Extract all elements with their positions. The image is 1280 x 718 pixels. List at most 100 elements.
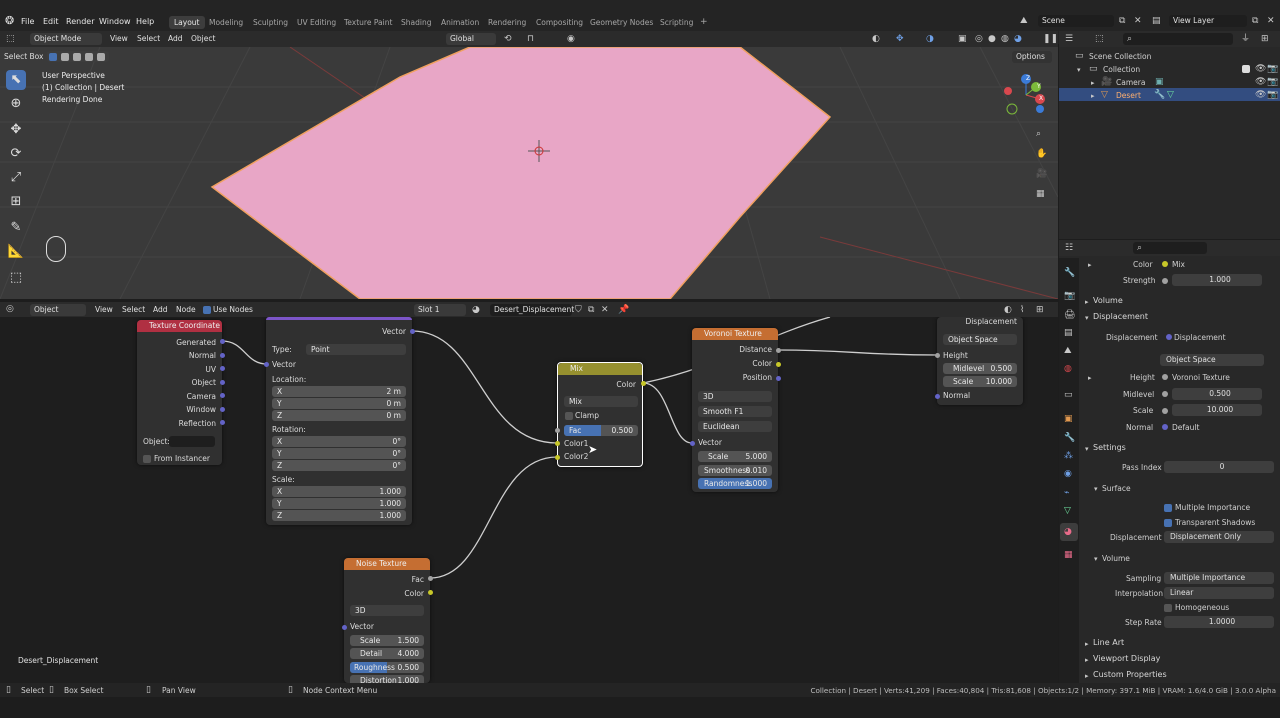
socket-tc-object[interactable]	[220, 380, 225, 385]
tc-object-field[interactable]	[169, 436, 215, 447]
mix-header[interactable]: Mix	[558, 363, 642, 375]
noise-header[interactable]: Noise Texture	[344, 558, 430, 570]
new-scene-icon[interactable]: ⧉	[1119, 16, 1125, 26]
midlevel-field[interactable]: 0.500	[1172, 388, 1262, 400]
tab-shading[interactable]: Shading	[396, 16, 436, 29]
mapping-header[interactable]	[266, 317, 412, 320]
select-mode-subtract-icon[interactable]	[73, 53, 81, 61]
output-tab-icon[interactable]: 🖨	[1064, 310, 1075, 320]
tool-tab-icon[interactable]: 🔧	[1064, 268, 1075, 278]
noise-detail-field[interactable]: Detail 4.000	[350, 648, 424, 659]
socket-voronoi-position[interactable]	[776, 376, 781, 381]
desert-expand-icon[interactable]: ▸	[1091, 91, 1095, 101]
voronoi-randomness-field[interactable]: Randomness 1.000	[698, 478, 772, 489]
step-rate-field[interactable]: 1.0000	[1164, 616, 1274, 628]
mapping-node[interactable]: Vector Type: Point Vector Location: X 2 m…	[266, 317, 412, 525]
scale-z-field[interactable]: Z 1.000	[272, 510, 406, 521]
socket-mix-fac[interactable]	[555, 428, 560, 433]
multiple-importance-checkbox[interactable]	[1164, 504, 1172, 512]
location-y-field[interactable]: Y 0 m	[272, 398, 406, 409]
collection-tab-icon[interactable]: ▭	[1064, 390, 1073, 400]
tab-sculpting[interactable]: Sculpting	[248, 16, 293, 29]
voronoi-feature-dropdown[interactable]: Smooth F1	[698, 406, 772, 417]
overlay-toggle-icon[interactable]: ◑	[926, 34, 934, 44]
collection-include-checkbox[interactable]	[1242, 65, 1250, 73]
location-x-field[interactable]: X 2 m	[272, 386, 406, 397]
tab-rendering[interactable]: Rendering	[483, 16, 531, 29]
menu-help[interactable]: Help	[136, 17, 154, 26]
socket-mapping-in[interactable]	[264, 362, 269, 367]
overlays-icon[interactable]: ⊞	[1036, 305, 1044, 315]
vp-menu-select[interactable]: Select	[137, 33, 160, 45]
viewport-display-expand-icon[interactable]: ▸	[1085, 655, 1089, 665]
move-tool-icon[interactable]: ✥	[6, 120, 26, 140]
mix-node[interactable]: Mix Color Mix Clamp Fac 0.500 Color1 Col…	[557, 362, 643, 467]
pan-hand-icon[interactable]: ✋	[1036, 149, 1047, 159]
noise-roughness-field[interactable]: Roughness 0.500	[350, 662, 424, 673]
display-mode-icon[interactable]: ⬚	[1095, 34, 1104, 44]
color-value[interactable]: Mix	[1172, 260, 1185, 269]
cursor-tool-icon[interactable]: ⊕	[6, 94, 26, 114]
tab-scripting[interactable]: Scripting	[655, 16, 698, 29]
mix-fac-field[interactable]: Fac 0.500	[564, 425, 638, 436]
gizmo-toggle-icon[interactable]: ✥	[896, 34, 904, 44]
displacement-section[interactable]: Displacement	[1093, 312, 1148, 321]
displacement-value[interactable]: Displacement	[1174, 333, 1226, 342]
menu-file[interactable]: File	[21, 17, 34, 26]
add-workspace-icon[interactable]: +	[700, 17, 708, 27]
measure-tool-icon[interactable]: 📐	[6, 242, 26, 262]
displacement-space-dropdown[interactable]: Object Space	[943, 334, 1017, 345]
solid-shading-icon[interactable]: ●	[988, 34, 996, 44]
normal-value[interactable]: Default	[1172, 423, 1199, 432]
socket-mapping-out[interactable]	[410, 329, 415, 334]
voronoi-texture-node[interactable]: Voronoi Texture Distance Color Position …	[692, 328, 778, 492]
camera-expand-icon[interactable]: ▸	[1091, 78, 1095, 88]
displacement-scale-field[interactable]: Scale 10.000	[943, 376, 1017, 387]
blender-logo-icon[interactable]: ❂	[5, 15, 14, 26]
material-sphere-icon[interactable]: ◕	[472, 305, 480, 315]
ne-menu-select[interactable]: Select	[122, 304, 145, 316]
scale-field[interactable]: 10.000	[1172, 404, 1262, 416]
vp-menu-object[interactable]: Object	[191, 33, 215, 45]
voronoi-metric-dropdown[interactable]: Euclidean	[698, 421, 772, 432]
select-mode-invert-icon[interactable]	[85, 53, 93, 61]
menu-render[interactable]: Render	[66, 17, 94, 26]
camera-visibility-icon[interactable]: 👁	[1255, 77, 1266, 87]
mix-blend-dropdown[interactable]: Mix	[564, 396, 638, 407]
vp-menu-view[interactable]: View	[110, 33, 128, 45]
socket-tc-window[interactable]	[220, 407, 225, 412]
desert-render-icon[interactable]: 📷	[1267, 90, 1278, 100]
outliner-item-collection[interactable]: Collection	[1103, 65, 1140, 74]
wireframe-shading-icon[interactable]: ◎	[975, 34, 983, 44]
select-mode-extend-icon[interactable]	[61, 53, 69, 61]
volume-section[interactable]: Volume	[1093, 296, 1123, 305]
render-tab-icon[interactable]: 📷	[1064, 291, 1075, 301]
voronoi-smoothness-field[interactable]: Smoothness 0.010	[698, 465, 772, 476]
socket-noise-color[interactable]	[428, 590, 433, 595]
camera-render-icon[interactable]: 📷	[1267, 77, 1278, 87]
noise-dimensions-dropdown[interactable]: 3D	[350, 605, 424, 616]
displacement-method-dropdown[interactable]: Displacement Only	[1164, 531, 1274, 543]
transform-tool-icon[interactable]: ⊞	[6, 192, 26, 212]
node-editor-type-icon[interactable]: ◎	[6, 304, 14, 314]
displacement-node[interactable]: Displacement Object Space Height Midleve…	[937, 317, 1023, 405]
volume-sub-expand-icon[interactable]: ▾	[1094, 554, 1098, 564]
tab-compositing[interactable]: Compositing	[531, 16, 588, 29]
node-editor[interactable]: Texture Coordinate Generated Normal UV O…	[0, 317, 1058, 683]
sampling-dropdown[interactable]: Multiple Importance	[1164, 572, 1274, 584]
socket-tc-camera[interactable]	[220, 393, 225, 398]
custom-properties-section[interactable]: Custom Properties	[1093, 670, 1167, 679]
rotation-z-field[interactable]: Z 0°	[272, 460, 406, 471]
voronoi-dimensions-dropdown[interactable]: 3D	[698, 391, 772, 402]
data-tab-icon[interactable]: ▽	[1064, 506, 1071, 516]
select-mode-buttons[interactable]	[47, 51, 109, 62]
ne-menu-view[interactable]: View	[95, 304, 113, 316]
snap-icon[interactable]: ⊓	[527, 34, 534, 44]
view-layer-field[interactable]: View Layer	[1169, 15, 1247, 27]
delete-view-layer-icon[interactable]: ✕	[1267, 16, 1275, 26]
color-expand-icon[interactable]: ▸	[1088, 260, 1092, 270]
filter-icon[interactable]: ⏚	[1241, 34, 1250, 44]
modifiers-tab-icon[interactable]: 🔧	[1064, 433, 1075, 443]
new-view-layer-icon[interactable]: ⧉	[1252, 16, 1258, 26]
camera-view-icon[interactable]: 🎥	[1036, 169, 1047, 179]
